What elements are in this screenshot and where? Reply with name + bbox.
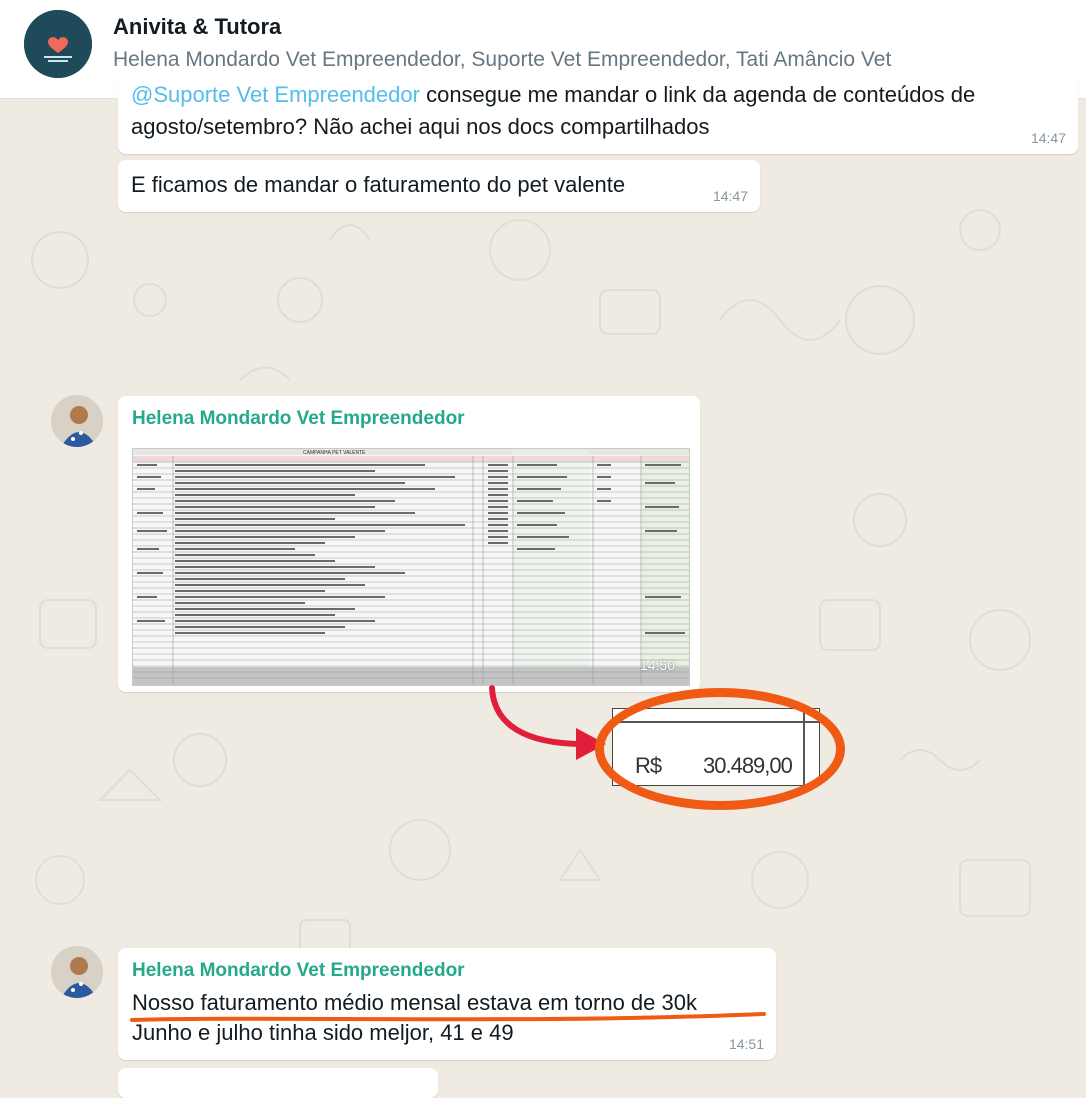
message-bubble[interactable]: @Suporte Vet Empreendedor consegue me ma…	[118, 70, 1078, 154]
message-time: 14:47	[1030, 130, 1066, 146]
group-title[interactable]: Anivita & Tutora	[113, 14, 281, 40]
person-avatar-icon	[51, 946, 103, 998]
sender-avatar[interactable]	[51, 395, 103, 447]
mention-link[interactable]: @Suporte Vet Empreendedor	[131, 82, 420, 107]
message-text: consegue me mandar o link da agenda de c…	[419, 82, 976, 107]
highlight-oval	[595, 688, 845, 810]
spreadsheet-title: CAMPANHA PET VALENTE	[303, 450, 366, 456]
group-members[interactable]: Helena Mondardo Vet Empreendedor, Suport…	[113, 48, 891, 72]
sender-avatar[interactable]	[51, 946, 103, 998]
message-bubble[interactable]: E ficamos de mandar o faturamento do pet…	[118, 160, 760, 212]
sender-name[interactable]: Helena Mondardo Vet Empreendedor	[132, 408, 465, 430]
sender-name[interactable]: Helena Mondardo Vet Empreendedor	[132, 960, 465, 982]
image-time: 14:50	[639, 657, 675, 673]
message-bubble[interactable]: Helena Mondardo Vet Empreendedor Nosso f…	[118, 948, 776, 1060]
message-time: 14:47	[712, 188, 748, 204]
message-text-line: @Suporte Vet Empreendedor consegue me ma…	[131, 80, 975, 110]
spreadsheet-image[interactable]: CAMPANHA PET VALENTE 14:50	[132, 448, 690, 686]
red-arrow-icon	[489, 685, 606, 760]
person-avatar-icon	[51, 395, 103, 447]
message-text: E ficamos de mandar o faturamento do pet…	[131, 172, 626, 197]
spreadsheet-thumbnail: CAMPANHA PET VALENTE	[133, 449, 689, 685]
group-logo-icon	[24, 10, 92, 78]
message-text: agosto/setembro? Não achei aqui nos docs…	[131, 114, 710, 139]
message-time: 14:51	[728, 1036, 764, 1052]
group-avatar[interactable]	[24, 10, 92, 78]
message-bubble	[118, 1068, 438, 1098]
highlight-underline	[130, 1012, 766, 1022]
